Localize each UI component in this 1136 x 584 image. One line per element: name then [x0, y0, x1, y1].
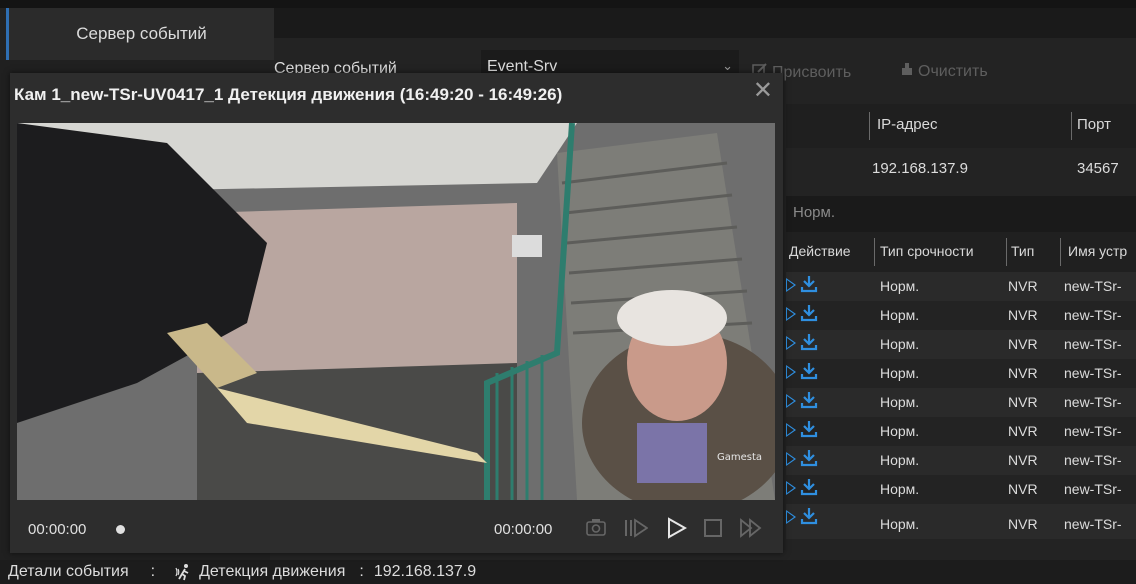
urgency-cell: Норм.: [880, 307, 920, 323]
download-icon[interactable]: [800, 449, 818, 470]
type-cell: NVR: [1008, 516, 1038, 532]
device-cell: new-TSr-: [1064, 307, 1122, 323]
type-cell: NVR: [1008, 365, 1038, 381]
urgency-cell: Норм.: [880, 452, 920, 468]
device-cell: new-TSr-: [1064, 336, 1122, 352]
play-icon[interactable]: [786, 394, 796, 408]
server-ip: 192.168.137.9: [872, 160, 968, 177]
urgency-cell: Норм.: [880, 481, 920, 497]
urgency-filter[interactable]: Норм.: [793, 204, 835, 221]
clear-button[interactable]: Очистить: [900, 62, 988, 81]
fast-forward-icon[interactable]: [738, 517, 764, 544]
urgency-cell: Норм.: [880, 336, 920, 352]
type-cell: NVR: [1008, 336, 1038, 352]
device-cell: new-TSr-: [1064, 516, 1122, 532]
snapshot-icon[interactable]: [585, 517, 607, 542]
play-icon[interactable]: [665, 517, 688, 544]
type-cell: NVR: [1008, 278, 1038, 294]
column-separator: [1071, 112, 1072, 140]
table-row[interactable]: Норм. NVR new-TSr-: [786, 301, 1136, 330]
time-start: 00:00:00: [28, 521, 87, 538]
device-cell: new-TSr-: [1064, 481, 1122, 497]
column-separator: [1006, 238, 1007, 266]
tab-event-server[interactable]: Сервер событий: [6, 8, 274, 60]
type-cell: NVR: [1008, 481, 1038, 497]
table-row[interactable]: Норм. NVR new-TSr-: [786, 504, 1136, 539]
urgency-cell: Норм.: [880, 365, 920, 381]
play-icon[interactable]: [786, 365, 796, 379]
seek-slider[interactable]: [116, 525, 125, 534]
column-header-urgency[interactable]: Тип срочности: [880, 243, 974, 259]
device-cell: new-TSr-: [1064, 452, 1122, 468]
eraser-icon: [900, 62, 914, 81]
urgency-cell: Норм.: [880, 423, 920, 439]
server-port: 34567: [1077, 160, 1119, 177]
motion-detection-icon: [175, 563, 193, 581]
play-icon[interactable]: [786, 336, 796, 350]
filter-row: [786, 196, 1136, 232]
urgency-cell: Норм.: [880, 394, 920, 410]
frame-step-icon[interactable]: [622, 517, 649, 544]
urgency-cell: Норм.: [880, 516, 920, 532]
column-header-port[interactable]: Порт: [1077, 116, 1111, 133]
details-ip: 192.168.137.9: [373, 563, 477, 580]
device-cell: new-TSr-: [1064, 394, 1122, 410]
column-header-action[interactable]: Действие: [789, 243, 851, 259]
play-icon[interactable]: [786, 307, 796, 321]
play-icon[interactable]: [786, 452, 796, 466]
camera-watermark: Gamesta: [717, 452, 762, 463]
type-cell: NVR: [1008, 452, 1038, 468]
type-cell: NVR: [1008, 423, 1038, 439]
column-separator: [869, 112, 870, 140]
time-end: 00:00:00: [494, 521, 553, 538]
urgency-cell: Норм.: [880, 278, 920, 294]
event-details-bar: Детали события : Детекция движения : 192…: [0, 560, 1136, 584]
type-cell: NVR: [1008, 394, 1038, 410]
column-separator: [874, 238, 875, 266]
column-separator: [1060, 238, 1061, 266]
column-header-type[interactable]: Тип: [1011, 243, 1034, 259]
column-header-device-name[interactable]: Имя устр: [1068, 243, 1127, 259]
top-strip: [0, 0, 1136, 8]
table-row[interactable]: Норм. NVR new-TSr-: [786, 359, 1136, 388]
clear-label: Очистить: [918, 62, 988, 80]
table-row[interactable]: Норм. NVR new-TSr-: [786, 272, 1136, 301]
play-icon[interactable]: [786, 481, 796, 495]
playback-dialog: Кам 1_new-TSr-UV0417_1 Детекция движения…: [10, 73, 783, 553]
video-image: Gamesta: [17, 123, 775, 500]
play-icon[interactable]: [786, 423, 796, 437]
table-row[interactable]: Норм. NVR new-TSr-: [786, 446, 1136, 475]
dialog-title: Кам 1_new-TSr-UV0417_1 Детекция движения…: [14, 85, 563, 104]
device-cell: new-TSr-: [1064, 423, 1122, 439]
details-label: Детали события: [8, 563, 129, 580]
play-icon[interactable]: [786, 510, 796, 524]
details-event-type: Детекция движения: [199, 563, 346, 580]
download-icon[interactable]: [800, 275, 818, 296]
chevron-down-icon: ⌄: [722, 58, 733, 73]
download-icon[interactable]: [800, 420, 818, 441]
play-icon[interactable]: [786, 278, 796, 292]
download-icon[interactable]: [800, 304, 818, 325]
table-row[interactable]: Норм. NVR new-TSr-: [786, 475, 1136, 504]
table-row[interactable]: Норм. NVR new-TSr-: [786, 417, 1136, 446]
stop-icon[interactable]: [702, 517, 724, 544]
column-header-ip[interactable]: IP-адрес: [877, 116, 937, 133]
tab-bar: [274, 8, 1136, 38]
download-icon[interactable]: [800, 507, 818, 528]
table-row[interactable]: Норм. NVR new-TSr-: [786, 330, 1136, 359]
type-cell: NVR: [1008, 307, 1038, 323]
download-icon[interactable]: [800, 478, 818, 499]
download-icon[interactable]: [800, 362, 818, 383]
details-separator: :: [150, 563, 156, 580]
video-frame[interactable]: Gamesta: [17, 123, 775, 500]
assign-label: Присвоить: [772, 63, 852, 81]
download-icon[interactable]: [800, 333, 818, 354]
details-separator: :: [359, 563, 364, 580]
close-icon[interactable]: ✕: [753, 79, 773, 103]
table-row[interactable]: Норм. NVR new-TSr-: [786, 388, 1136, 417]
device-cell: new-TSr-: [1064, 278, 1122, 294]
device-cell: new-TSr-: [1064, 365, 1122, 381]
playback-controls: 00:00:00 00:00:00: [10, 505, 783, 553]
download-icon[interactable]: [800, 391, 818, 412]
